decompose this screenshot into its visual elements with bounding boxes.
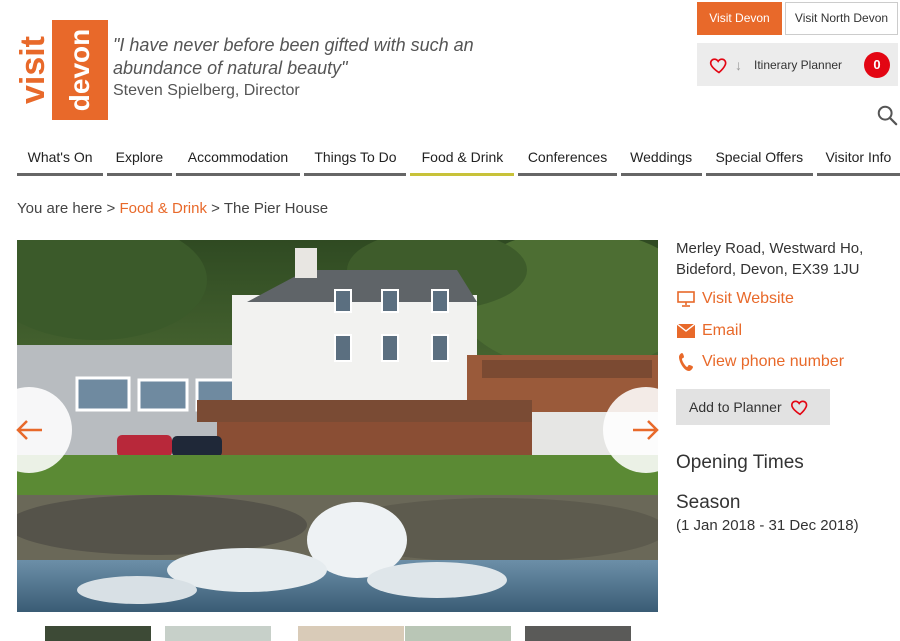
phone-icon	[676, 353, 696, 371]
monitor-icon	[676, 290, 696, 308]
venue-address: Merley Road, Westward Ho, Bideford, Devo…	[676, 238, 896, 280]
nav-weddings[interactable]: Weddings	[620, 140, 702, 176]
address-line-1: Merley Road, Westward Ho,	[676, 240, 864, 257]
gallery-thumbnail[interactable]	[298, 626, 404, 641]
itinerary-planner-button[interactable]: ↓ Itinerary Planner 0	[697, 43, 898, 86]
add-to-planner-label: Add to Planner	[689, 399, 782, 415]
nav-special-offers[interactable]: Special Offers	[705, 140, 813, 176]
heart-icon	[790, 400, 807, 416]
visit-website-link[interactable]: Visit Website	[676, 288, 794, 310]
address-line-2: Bideford, Devon, EX39 1JU	[676, 261, 860, 278]
main-nav: What's On Explore Accommodation Things T…	[17, 140, 900, 176]
breadcrumb-prefix: You are here >	[17, 200, 120, 217]
breadcrumb-current: > The Pier House	[207, 200, 329, 217]
phone-number-link[interactable]: View phone number	[676, 351, 844, 373]
nav-conferences[interactable]: Conferences	[518, 140, 617, 176]
email-link[interactable]: Email	[676, 320, 742, 342]
logo-visit-text: visit	[14, 35, 52, 105]
down-arrow-icon: ↓	[735, 56, 742, 73]
nav-whats-on[interactable]: What's On	[17, 140, 104, 176]
itinerary-label: Itinerary Planner	[754, 57, 843, 72]
season-heading: Season	[676, 492, 741, 513]
arrow-left-icon	[16, 420, 42, 440]
gallery-thumbnail[interactable]	[45, 626, 151, 641]
logo-devon-block: devon	[52, 20, 108, 120]
quote-author: Steven Spielberg, Director	[113, 82, 300, 99]
itinerary-count-badge: 0	[864, 52, 890, 78]
nav-accommodation[interactable]: Accommodation	[175, 140, 301, 176]
breadcrumb: You are here > Food & Drink > The Pier H…	[17, 200, 328, 217]
gallery-thumbnails	[45, 626, 645, 641]
envelope-icon	[676, 322, 696, 340]
gallery-thumbnail[interactable]	[525, 626, 631, 641]
email-label: Email	[702, 322, 743, 339]
visit-north-devon-button[interactable]: Visit North Devon	[785, 2, 898, 35]
add-to-planner-button[interactable]: Add to Planner	[676, 389, 830, 425]
phone-label: View phone number	[702, 353, 845, 370]
breadcrumb-food-drink-link[interactable]: Food & Drink	[119, 200, 207, 217]
season-dates: (1 Jan 2018 - 31 Dec 2018)	[676, 517, 859, 534]
nav-things-to-do[interactable]: Things To Do	[304, 140, 407, 176]
nav-food-drink[interactable]: Food & Drink	[410, 140, 515, 176]
nav-visitor-info[interactable]: Visitor Info	[816, 140, 900, 176]
search-icon[interactable]	[876, 104, 898, 126]
gallery-thumbnail[interactable]	[405, 626, 511, 641]
visit-devon-logo[interactable]: visit devon	[14, 20, 108, 120]
nav-explore[interactable]: Explore	[107, 140, 172, 176]
header-quote: "I have never before been gifted with su…	[113, 34, 493, 102]
arrow-right-icon	[633, 420, 659, 440]
quote-text: "I have never before been gifted with su…	[113, 35, 474, 78]
visit-website-label: Visit Website	[702, 290, 794, 307]
visit-devon-button[interactable]: Visit Devon	[697, 2, 782, 35]
hero-image-pier-house	[17, 240, 658, 612]
gallery-thumbnail[interactable]	[165, 626, 271, 641]
heart-icon	[709, 57, 727, 74]
opening-times-heading: Opening Times	[676, 452, 804, 473]
